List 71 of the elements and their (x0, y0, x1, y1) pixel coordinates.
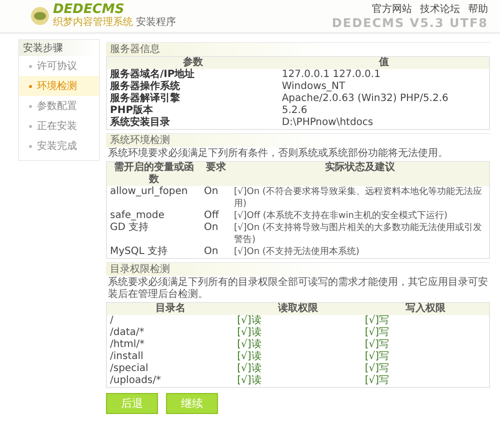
table-cell: On (201, 186, 231, 210)
column-header: 写入权限 (362, 302, 490, 315)
table-cell: PHP版本 (106, 105, 279, 117)
column-header: 读取权限 (234, 302, 362, 315)
table-cell: [√]写 (362, 315, 490, 327)
table-cell: Apache/2.0.63 (Win32) PHP/5.2.6 (278, 93, 490, 105)
column-header: 目录名 (106, 302, 234, 315)
version-title: DEDECMS V5.3 UTF8 (332, 16, 488, 30)
column-header: 需开启的变量或函数 (106, 162, 201, 186)
table-cell: [√]写 (362, 339, 490, 351)
step-item: 安装完成 (19, 136, 99, 156)
bullet-icon (29, 104, 32, 108)
table-cell: 127.0.0.1 127.0.0.1 (278, 69, 490, 81)
table-cell-text: On (203, 222, 220, 235)
table-cell: GD 支持 (106, 222, 201, 246)
table-cell: On (201, 246, 231, 258)
table-cell: / (106, 315, 234, 327)
step-item: 许可协议 (19, 56, 99, 76)
section-description: 系统要求必须满足下列所有的目录权限全部可读写的需求才能使用，其它应用目录可安装后在管理后台检测。 (107, 276, 489, 302)
table-cell-text: [√]读 (236, 327, 262, 338)
section-description: 系统环境要求必须满足下列所有条件，否则系统或系统部份功能将无法使用。 (107, 147, 449, 161)
table-cell: MySQL 支持 (106, 246, 201, 258)
bullet-icon (29, 64, 32, 68)
table-cell: allow_url_fopen (106, 186, 201, 210)
step-item: 参数配置 (19, 96, 99, 116)
section-title: 目录权限检测 (106, 262, 490, 276)
table-cell: [√]On (不支持无法使用本系统) (231, 246, 490, 258)
table-cell: Windows_NT (278, 81, 490, 93)
table-cell: safe_mode (106, 210, 201, 222)
table-cell: /data/* (106, 327, 234, 339)
column-header: 参数 (106, 56, 279, 69)
bullet-icon (29, 144, 32, 148)
table-cell: /install (106, 351, 234, 363)
column-header: 值 (278, 56, 490, 69)
logo-emblem-icon (30, 6, 50, 26)
table-cell-text: [√]读 (236, 363, 262, 374)
table-cell: [√]Off (本系统不支持在非win主机的安全模式下运行) (231, 210, 490, 222)
column-header: 要求 (201, 162, 231, 186)
table-cell-text: Off (203, 210, 220, 222)
table-cell: [√]On (不符合要求将导致采集、远程资料本地化等功能无法应用) (231, 186, 490, 210)
table-cell: 系统安装目录 (106, 117, 279, 130)
table-cell-text: [√]读 (236, 339, 262, 350)
step-item: 正在安装 (19, 116, 99, 136)
table-cell: 5.2.6 (278, 105, 490, 117)
logo-subtitle-suffix: 安装程序 (136, 17, 176, 29)
table-cell-text: [√]读 (236, 351, 262, 362)
bullet-icon (29, 124, 32, 128)
table-cell: [√]读 (234, 375, 362, 388)
column-header: 实际状态及建议 (231, 162, 490, 186)
table-cell: [√]写 (362, 375, 490, 388)
header-link[interactable]: 官方网站 (372, 2, 412, 16)
header-link[interactable]: 技术论坛 (420, 2, 460, 16)
table-cell: 服务器域名/IP地址 (106, 69, 279, 81)
header-link[interactable]: 帮助 (468, 2, 488, 16)
section-title: 服务器信息 (106, 42, 490, 56)
table-cell: [√]On (不支持将导致与图片相关的大多数功能无法使用或引发警告) (231, 222, 490, 246)
table-cell: 服务器解译引擎 (106, 93, 279, 105)
table-cell: 服务器操作系统 (106, 81, 279, 93)
table-cell: [√]写 (362, 351, 490, 363)
section-title: 系统环境检测 (106, 133, 490, 147)
logo-subtitle: 织梦内容管理系统 (53, 17, 133, 29)
table-cell: /special (106, 363, 234, 375)
table-cell: [√]写 (362, 363, 490, 375)
table-cell: [√]写 (362, 327, 490, 339)
table-cell: /html/* (106, 339, 234, 351)
step-item: 环境检测 (19, 76, 99, 96)
table-cell: /uploads/* (106, 375, 234, 388)
table-cell: D:\PHPnow\htdocs (278, 117, 490, 130)
bullet-icon (29, 84, 32, 88)
logo-text: DEDECMS (53, 3, 124, 17)
table-cell: [√]读 (234, 315, 362, 327)
